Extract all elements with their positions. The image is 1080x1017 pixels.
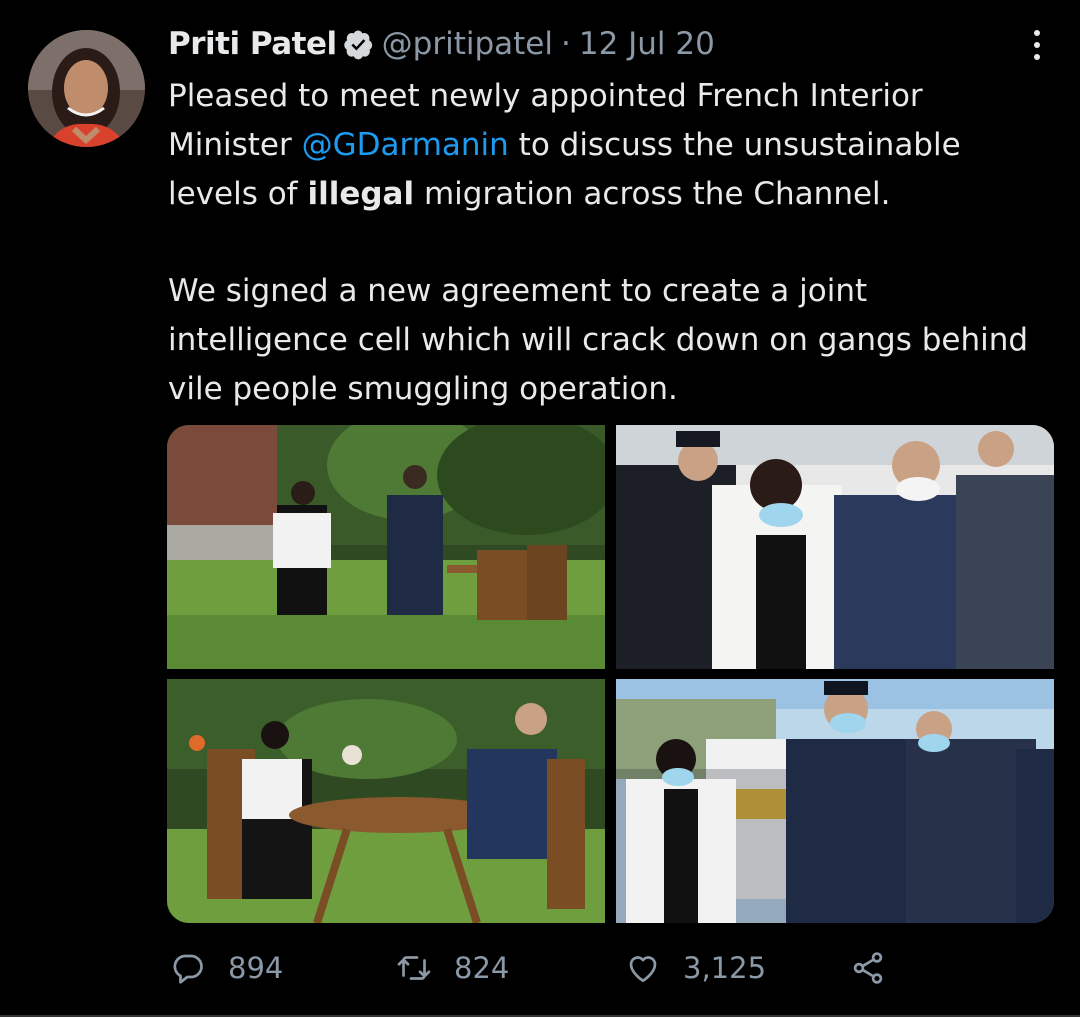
reply-button[interactable]: 894 bbox=[170, 945, 283, 991]
like-button[interactable]: 3,125 bbox=[625, 945, 766, 991]
tweet-date[interactable]: 12 Jul 20 bbox=[579, 26, 715, 62]
photo-garden-walk[interactable] bbox=[167, 425, 605, 669]
reply-icon bbox=[173, 954, 203, 984]
author-name[interactable]: Priti Patel bbox=[168, 26, 337, 62]
avatar[interactable] bbox=[28, 30, 145, 147]
mention-link[interactable]: @GDarmanin bbox=[302, 127, 509, 163]
share-icon bbox=[853, 952, 883, 984]
photo-officials-group[interactable] bbox=[616, 425, 1054, 669]
tweet-paragraph-1: Pleased to meet newly appointed French I… bbox=[168, 72, 1048, 218]
verified-badge-icon bbox=[343, 30, 372, 59]
more-vertical-icon[interactable] bbox=[1030, 30, 1044, 60]
media-grid bbox=[167, 425, 1054, 923]
tweet-header: Priti Patel @pritipatel · 12 Jul 20 bbox=[168, 22, 715, 66]
avatar-image bbox=[28, 30, 145, 147]
retweet-button[interactable]: 824 bbox=[396, 945, 509, 991]
photo-police-officers[interactable] bbox=[616, 679, 1054, 923]
header-separator: · bbox=[560, 26, 571, 62]
author-handle[interactable]: @pritipatel bbox=[382, 26, 553, 62]
tweet-paragraph-2: We signed a new agreement to create a jo… bbox=[168, 273, 1029, 407]
retweet-icon bbox=[397, 956, 431, 980]
tweet-actions: 894 824 3,125 bbox=[170, 945, 890, 991]
photo-garden-table[interactable] bbox=[167, 679, 605, 923]
tweet-text: Pleased to meet newly appointed French I… bbox=[168, 72, 1048, 414]
tweet[interactable]: Priti Patel @pritipatel · 12 Jul 20 Plea… bbox=[0, 0, 1080, 1017]
share-button[interactable] bbox=[850, 945, 908, 991]
heart-icon bbox=[629, 956, 657, 983]
bold-text: illegal bbox=[307, 175, 415, 212]
text-segment: migration across the Channel. bbox=[414, 175, 891, 212]
like-count: 3,125 bbox=[683, 951, 767, 985]
retweet-count: 824 bbox=[454, 951, 510, 985]
reply-count: 894 bbox=[228, 951, 284, 985]
